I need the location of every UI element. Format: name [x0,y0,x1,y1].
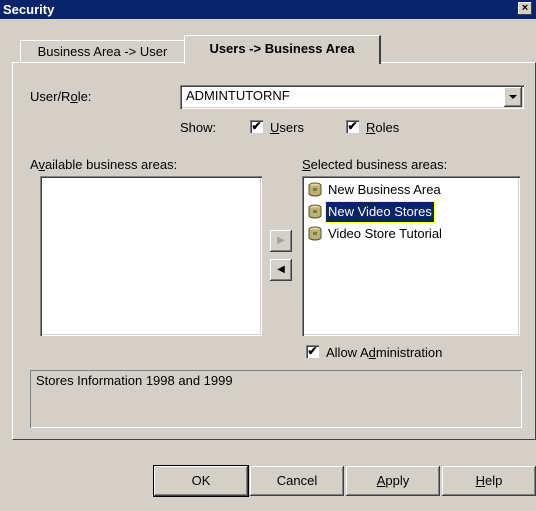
check-icon: ✔ [251,119,262,133]
selected-business-areas-list[interactable]: New Business Area New Video Stores Video… [302,176,520,336]
cancel-button[interactable]: Cancel [250,466,344,496]
business-area-icon [308,226,322,241]
check-icon: ✔ [307,344,318,358]
tab-label: Users -> Business Area [209,41,355,56]
user-role-label: User/Role: [30,89,92,104]
description-box: Stores Information 1998 and 1999 [30,370,522,428]
check-icon: ✔ [347,119,358,133]
selected-business-areas-label: Selected business areas: [302,157,448,172]
allow-administration-checkbox[interactable]: ✔ [306,345,319,358]
tab-users-to-business-area[interactable]: Users -> Business Area [184,35,381,64]
roles-checkbox-label: Roles [366,120,400,135]
close-button[interactable]: × [518,2,532,15]
user-role-combobox[interactable]: ADMINTUTORNF [180,85,524,109]
tab-label: Business Area -> User [37,44,168,59]
add-button[interactable]: ▶ [270,230,292,252]
chevron-down-icon[interactable] [504,87,522,107]
available-business-areas-list[interactable] [40,176,262,336]
arrow-right-icon: ▶ [277,235,285,246]
title-bar: Security × [0,0,536,19]
arrow-left-icon: ◀ [277,264,285,275]
apply-button[interactable]: Apply [346,466,440,496]
roles-checkbox[interactable]: ✔ [346,120,359,133]
help-button[interactable]: Help [442,466,536,496]
tab-business-area-to-user[interactable]: Business Area -> User [20,40,185,62]
business-area-icon [308,204,322,219]
show-label: Show: [180,120,217,135]
close-icon: × [521,2,529,14]
available-business-areas-label: Available business areas: [30,157,178,172]
ok-button[interactable]: OK [154,466,248,496]
remove-button[interactable]: ◀ [270,259,292,281]
window-title: Security [3,2,55,17]
users-checkbox[interactable]: ✔ [250,120,263,133]
user-role-value: ADMINTUTORNF [186,88,290,103]
business-area-icon [308,182,322,197]
description-text: Stores Information 1998 and 1999 [36,373,233,388]
allow-administration-label: Allow Administration [326,345,443,360]
users-checkbox-label: Users [270,120,304,135]
